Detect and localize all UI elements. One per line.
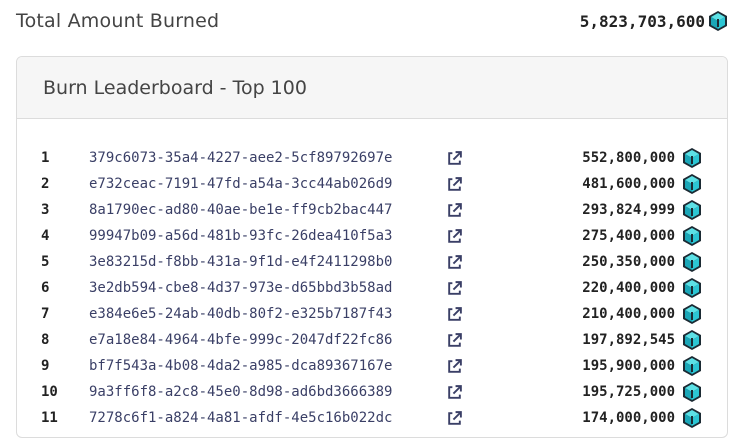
- token-coin-icon: [683, 226, 701, 246]
- token-coin-icon: [683, 174, 701, 194]
- leaderboard-amount: 197,892,545: [582, 332, 675, 348]
- leaderboard-amount: 210,400,000: [582, 306, 675, 322]
- leaderboard-rank: 4: [41, 228, 50, 244]
- leaderboard-address-link[interactable]: e384e6e5-24ab-40db-80f2-e325b7187f43: [89, 306, 392, 322]
- leaderboard-address-link[interactable]: 3e83215d-f8bb-431a-9f1d-e4f2411298b0: [89, 254, 392, 270]
- leaderboard-address-link[interactable]: 8a1790ec-ad80-40ae-be1e-ff9cb2bac447: [89, 202, 392, 218]
- leaderboard-address-link[interactable]: 3e2db594-cbe8-4d37-973e-d65bbd3b58ad: [89, 280, 392, 296]
- total-burned-value: 5,823,703,600: [579, 11, 705, 31]
- leaderboard-address-link[interactable]: 7278c6f1-a824-4a81-afdf-4e5c16b022dc: [89, 410, 392, 426]
- token-coin-icon: [683, 408, 701, 428]
- leaderboard-rank: 5: [41, 254, 50, 270]
- token-coin-icon: [683, 148, 701, 168]
- leaderboard-row: 8 e7a18e84-4964-4bfe-999c-2047df22fc86 1…: [17, 327, 727, 353]
- leaderboard-row: 5 3e83215d-f8bb-431a-9f1d-e4f2411298b0 2…: [17, 249, 727, 275]
- leaderboard-rank: 3: [41, 202, 50, 218]
- token-coin-icon: [683, 382, 701, 402]
- leaderboard-rank: 9: [41, 358, 50, 374]
- external-link-icon[interactable]: [446, 332, 463, 349]
- leaderboard-row: 2 e732ceac-7191-47fd-a54a-3cc44ab026d9 4…: [17, 171, 727, 197]
- external-link-icon[interactable]: [446, 358, 463, 375]
- token-coin-icon: [683, 304, 701, 324]
- leaderboard-amount: 174,000,000: [582, 410, 675, 426]
- leaderboard-rank: 10: [41, 384, 58, 400]
- leaderboard-row: 1 379c6073-35a4-4227-aee2-5cf89792697e 5…: [17, 145, 727, 171]
- external-link-icon[interactable]: [446, 228, 463, 245]
- leaderboard-amount: 195,900,000: [582, 358, 675, 374]
- total-burned-amount: 5,823,703,600: [580, 10, 729, 32]
- leaderboard-address-link[interactable]: e7a18e84-4964-4bfe-999c-2047df22fc86: [89, 332, 392, 348]
- leaderboard-rank: 8: [41, 332, 50, 348]
- leaderboard-rank: 1: [41, 150, 50, 166]
- leaderboard-address-link[interactable]: 379c6073-35a4-4227-aee2-5cf89792697e: [89, 150, 392, 166]
- leaderboard-amount: 481,600,000: [582, 176, 675, 192]
- leaderboard-amount: 275,400,000: [582, 228, 675, 244]
- token-coin-icon: [709, 11, 727, 31]
- leaderboard-rank: 6: [41, 280, 50, 296]
- leaderboard-row: 9 bf7f543a-4b08-4da2-a985-dca89367167e 1…: [17, 353, 727, 379]
- token-coin-icon: [683, 356, 701, 376]
- external-link-icon[interactable]: [446, 384, 463, 401]
- external-link-icon[interactable]: [446, 410, 463, 427]
- leaderboard-amount: 250,350,000: [582, 254, 675, 270]
- external-link-icon[interactable]: [446, 202, 463, 219]
- leaderboard-address-link[interactable]: 99947b09-a56d-481b-93fc-26dea410f5a3: [89, 228, 392, 244]
- token-coin-icon: [683, 200, 701, 220]
- leaderboard-address-link[interactable]: 9a3ff6f8-a2c8-45e0-8d98-ad6bd3666389: [89, 384, 392, 400]
- leaderboard-amount: 293,824,999: [582, 202, 675, 218]
- leaderboard-rank: 2: [41, 176, 50, 192]
- token-coin-icon: [683, 330, 701, 350]
- total-burned-label: Total Amount Burned: [16, 10, 220, 32]
- leaderboard-rank: 11: [41, 410, 58, 426]
- leaderboard-amount: 552,800,000: [582, 150, 675, 166]
- external-link-icon[interactable]: [446, 280, 463, 297]
- token-coin-icon: [683, 278, 701, 298]
- token-coin-icon: [683, 252, 701, 272]
- leaderboard-rank: 7: [41, 306, 50, 322]
- leaderboard-title: Burn Leaderboard - Top 100: [43, 76, 307, 99]
- leaderboard-amount: 195,725,000: [582, 384, 675, 400]
- leaderboard-header: Burn Leaderboard - Top 100: [17, 57, 727, 119]
- leaderboard-row: 11 7278c6f1-a824-4a81-afdf-4e5c16b022dc …: [17, 405, 727, 431]
- leaderboard-address-link[interactable]: e732ceac-7191-47fd-a54a-3cc44ab026d9: [89, 176, 392, 192]
- external-link-icon[interactable]: [446, 176, 463, 193]
- leaderboard-address-link[interactable]: bf7f543a-4b08-4da2-a985-dca89367167e: [89, 358, 392, 374]
- total-burned-row: Total Amount Burned 5,823,703,600: [16, 6, 729, 36]
- external-link-icon[interactable]: [446, 254, 463, 271]
- leaderboard-row: 7 e384e6e5-24ab-40db-80f2-e325b7187f43 2…: [17, 301, 727, 327]
- burn-leaderboard-card: Burn Leaderboard - Top 100 1 379c6073-35…: [16, 56, 728, 438]
- leaderboard-row: 6 3e2db594-cbe8-4d37-973e-d65bbd3b58ad 2…: [17, 275, 727, 301]
- external-link-icon[interactable]: [446, 150, 463, 167]
- leaderboard-row: 10 9a3ff6f8-a2c8-45e0-8d98-ad6bd3666389 …: [17, 379, 727, 405]
- external-link-icon[interactable]: [446, 306, 463, 323]
- leaderboard-row: 3 8a1790ec-ad80-40ae-be1e-ff9cb2bac447 2…: [17, 197, 727, 223]
- leaderboard-row: 4 99947b09-a56d-481b-93fc-26dea410f5a3 2…: [17, 223, 727, 249]
- leaderboard-amount: 220,400,000: [582, 280, 675, 296]
- leaderboard-list: 1 379c6073-35a4-4227-aee2-5cf89792697e 5…: [17, 145, 727, 431]
